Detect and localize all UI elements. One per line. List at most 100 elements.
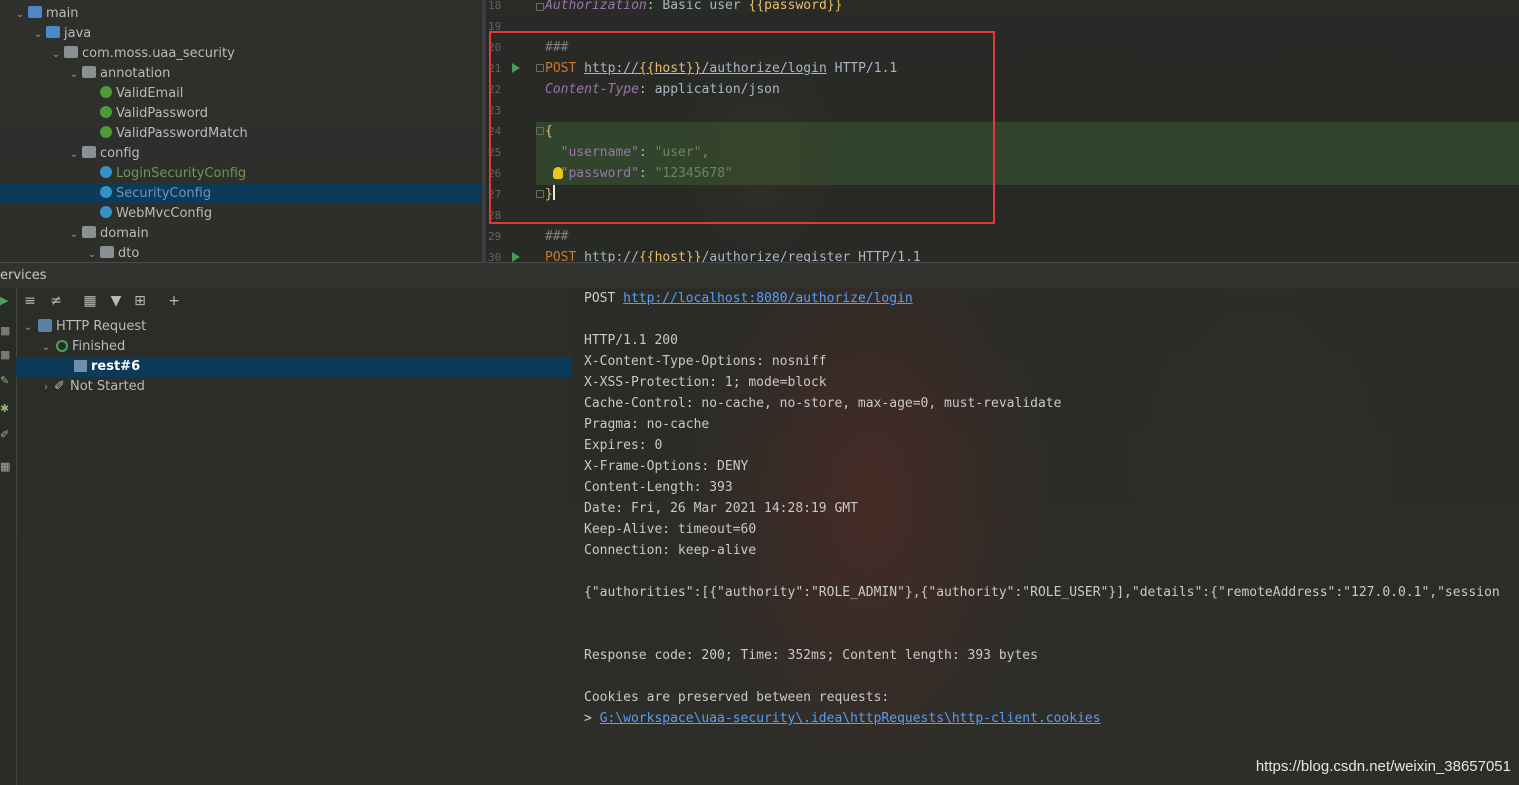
collapse-all-icon[interactable]: ≠	[46, 290, 66, 312]
annotation-icon	[100, 106, 112, 118]
chevron-right-icon[interactable]: ›	[40, 378, 52, 398]
tree-item-label: ValidEmail	[116, 86, 184, 101]
services-tool-window-header: ervices	[0, 262, 1519, 289]
tree-item[interactable]: ⌄ domain	[0, 224, 482, 244]
class-icon	[100, 186, 112, 198]
annotation-icon	[100, 86, 112, 98]
debug-icon[interactable]: ✎	[0, 375, 10, 386]
chevron-down-icon[interactable]: ⌄	[40, 338, 52, 358]
wrench-icon: ✐	[54, 379, 65, 394]
package-icon	[82, 66, 96, 78]
folder-icon	[46, 26, 60, 38]
svc-item-rest-6[interactable]: rest#6	[16, 357, 572, 377]
expand-all-icon[interactable]: ≡	[20, 290, 40, 312]
svc-item-label: Not Started	[70, 379, 145, 394]
status-line: HTTP/1.1 200	[584, 333, 678, 348]
class-icon	[100, 206, 112, 218]
svc-item-label: HTTP Request	[56, 319, 147, 334]
line-number: 29	[488, 230, 502, 243]
services-title: ervices	[0, 268, 47, 283]
tree-item[interactable]: LoginSecurityConfig	[0, 164, 482, 184]
svc-item-finished[interactable]: ⌄ Finished	[16, 337, 572, 357]
package-icon	[82, 146, 96, 158]
project-tree-panel: ⌄ main ⌄ java ⌄ com.moss.uaa_security ⌄ annotat…	[0, 0, 482, 262]
code-line-30: POST http://{{host}}/authorize/register …	[545, 250, 921, 262]
new-tab-icon[interactable]: ⊞	[130, 290, 150, 312]
api-icon	[38, 319, 52, 332]
chevron-down-icon[interactable]: ⌄	[86, 245, 98, 262]
response-header: Connection: keep-alive	[584, 543, 757, 558]
chevron-down-icon[interactable]: ⌄	[32, 25, 44, 45]
tree-item[interactable]: ValidPasswordMatch	[0, 124, 482, 144]
response-summary: Response code: 200; Time: 352ms; Content…	[584, 648, 1038, 663]
tree-item[interactable]: ⌄ java	[0, 24, 482, 44]
highlight-annotation-box	[489, 31, 995, 224]
cookies-file-link[interactable]: G:\workspace\uaa-security\.idea\httpRequ…	[600, 711, 1101, 726]
run-icon[interactable]: ▶	[0, 295, 10, 306]
tree-item-label: main	[46, 6, 79, 21]
package-icon	[82, 226, 96, 238]
group-by-icon[interactable]: ▦	[80, 290, 100, 312]
chevron-down-icon[interactable]: ⌄	[68, 145, 80, 165]
response-header: X-Frame-Options: DENY	[584, 459, 749, 474]
stop-icon[interactable]: ■	[0, 325, 10, 336]
layout-icon[interactable]: ▦	[0, 461, 10, 472]
svc-item-http-request[interactable]: ⌄ HTTP Request	[16, 317, 572, 337]
line-number: 18	[488, 0, 502, 12]
tree-item[interactable]: ⌄ main	[0, 4, 482, 24]
tree-item[interactable]: ⌄ com.moss.uaa_security	[0, 44, 482, 64]
tree-item[interactable]: ⌄ dto	[0, 244, 482, 262]
run-request-icon[interactable]	[512, 252, 520, 262]
response-header: Cache-Control: no-cache, no-store, max-a…	[584, 396, 1062, 411]
response-header: X-XSS-Protection: 1; mode=block	[584, 375, 827, 390]
tree-item-label: java	[64, 26, 92, 41]
tree-item[interactable]: ⌄ annotation	[0, 64, 482, 84]
chevron-down-icon[interactable]: ⌄	[14, 5, 26, 25]
package-icon	[64, 46, 78, 58]
tree-item-label: SecurityConfig	[116, 186, 212, 201]
chevron-down-icon[interactable]: ⌄	[22, 318, 34, 338]
tree-item-label: ValidPassword	[116, 106, 209, 121]
chevron-down-icon[interactable]: ⌄	[68, 225, 80, 245]
filter-icon[interactable]: ▼	[106, 290, 126, 312]
tree-item-label: com.moss.uaa_security	[82, 46, 235, 61]
response-header: X-Content-Type-Options: nosniff	[584, 354, 827, 369]
svc-item-not-started[interactable]: › ✐ Not Started	[16, 377, 572, 397]
cookies-note: Cookies are preserved between requests:	[584, 690, 890, 705]
tree-item[interactable]: ⌄ config	[0, 144, 482, 164]
response-header: Date: Fri, 26 Mar 2021 14:28:19 GMT	[584, 501, 858, 516]
watermark: https://blog.csdn.net/weixin_38657051	[1255, 758, 1511, 775]
bug-icon[interactable]: ✱	[0, 403, 10, 414]
tree-item-label: annotation	[100, 66, 171, 81]
folder-icon	[28, 6, 42, 18]
tree-item-label: dto	[118, 246, 140, 261]
tree-item-label: domain	[100, 226, 149, 241]
tree-item-label: WebMvcConfig	[116, 206, 213, 221]
tree-item-label: LoginSecurityConfig	[116, 166, 247, 181]
services-side-toolbar: ▶ ■ ■ ✎ ✱ ✐ ▦	[0, 288, 17, 785]
chevron-down-icon[interactable]: ⌄	[50, 45, 62, 65]
request-url-link[interactable]: http://localhost:8080/authorize/login	[623, 291, 913, 306]
wrench-icon[interactable]: ✐	[0, 429, 10, 440]
tree-item-label: ValidPasswordMatch	[116, 126, 248, 141]
response-header: Keep-Alive: timeout=60	[584, 522, 757, 537]
add-service-icon[interactable]: +	[164, 290, 184, 312]
request-line: POST http://localhost:8080/authorize/log…	[584, 291, 913, 306]
svc-item-label: Finished	[72, 339, 126, 354]
svc-item-label: rest#6	[91, 359, 141, 374]
response-header: Expires: 0	[584, 438, 663, 453]
code-line-29: ###	[545, 229, 569, 244]
tree-item[interactable]: WebMvcConfig	[0, 204, 482, 224]
tree-item[interactable]: SecurityConfig	[0, 184, 482, 204]
pause-icon[interactable]: ■	[0, 349, 10, 360]
response-header: Pragma: no-cache	[584, 417, 710, 432]
response-header: Content-Length: 393	[584, 480, 733, 495]
annotation-icon	[100, 126, 112, 138]
rest-icon	[74, 360, 87, 372]
tree-item[interactable]: ValidEmail	[0, 84, 482, 104]
chevron-down-icon[interactable]: ⌄	[68, 65, 80, 85]
code-line-18: Authorization: Basic user {{password}}	[545, 0, 843, 13]
finished-icon	[56, 340, 68, 352]
fold-marker-icon[interactable]	[536, 3, 544, 11]
tree-item[interactable]: ValidPassword	[0, 104, 482, 124]
